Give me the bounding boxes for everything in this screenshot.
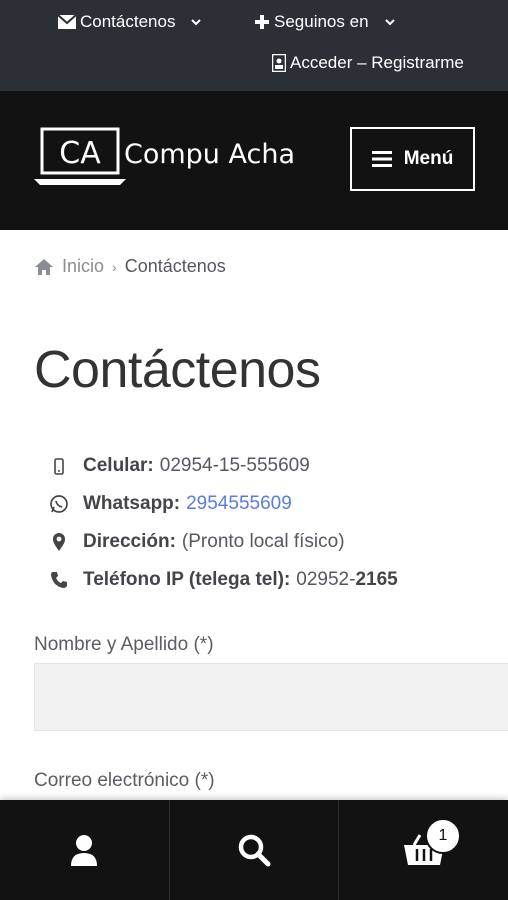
menu-button[interactable]: Menú bbox=[350, 127, 475, 191]
breadcrumb-separator: › bbox=[112, 258, 117, 275]
account-button[interactable] bbox=[0, 800, 170, 900]
contact-info-value: 02954-15-555609 bbox=[159, 455, 310, 476]
follow-us-menu[interactable]: Seguinos en bbox=[254, 12, 395, 32]
whatsapp-icon bbox=[47, 494, 71, 514]
breadcrumb-current: Contáctenos bbox=[124, 256, 226, 276]
chevron-down-icon bbox=[191, 19, 202, 26]
map-pin-icon bbox=[47, 532, 71, 552]
user-icon bbox=[71, 835, 98, 866]
home-icon bbox=[35, 258, 53, 275]
contact-info-label: Teléfono IP (telega tel): bbox=[83, 569, 291, 590]
site-logo[interactable]: CA Compu Acha bbox=[34, 127, 344, 194]
contact-menu[interactable]: Contáctenos bbox=[58, 12, 202, 32]
contact-info-value: (Pronto local físico) bbox=[181, 531, 345, 552]
envelope-icon bbox=[58, 15, 76, 29]
chevron-down-icon bbox=[384, 19, 395, 26]
plus-icon bbox=[255, 15, 269, 29]
breadcrumb: Inicio › Contáctenos bbox=[34, 256, 226, 277]
top-utility-bar: Contáctenos Seguinos en Acceder – Regist… bbox=[0, 0, 508, 91]
cart-count-badge: 1 bbox=[425, 818, 461, 854]
whatsapp-link[interactable]: 2954555609 bbox=[186, 493, 292, 515]
id-card-icon bbox=[272, 54, 286, 72]
contact-info-list: Celular: 02954-15-555609 Whatsapp: 29545… bbox=[47, 447, 398, 599]
contact-info-label: Celular: bbox=[83, 455, 154, 476]
contact-menu-label: Contáctenos bbox=[80, 12, 176, 31]
list-item: Dirección: (Pronto local físico) bbox=[47, 523, 398, 561]
contact-info-label: Dirección: bbox=[83, 531, 176, 552]
contact-info-value-bold: 2165 bbox=[355, 569, 398, 590]
login-register-link[interactable]: Acceder – Registrarme bbox=[272, 53, 464, 73]
breadcrumb-home-link[interactable]: Inicio bbox=[62, 256, 104, 277]
search-icon bbox=[238, 834, 271, 867]
menu-button-label: Menú bbox=[403, 148, 454, 169]
contact-info-label: Whatsapp: bbox=[83, 493, 181, 514]
hamburger-icon bbox=[371, 151, 392, 167]
follow-us-label: Seguinos en bbox=[274, 12, 369, 31]
cart-button[interactable] bbox=[339, 800, 508, 900]
logo-text: Compu Acha bbox=[124, 139, 295, 170]
contact-info-value: 02952- bbox=[296, 569, 356, 590]
logo-badge-text: CA bbox=[59, 136, 101, 171]
list-item: Whatsapp: 2954555609 bbox=[47, 485, 398, 523]
name-field-label: Nombre y Apellido (*) bbox=[34, 634, 214, 655]
list-item: Celular: 02954-15-555609 bbox=[47, 447, 398, 485]
list-item: Teléfono IP (telega tel): 02952- 2165 bbox=[47, 561, 398, 599]
search-button[interactable] bbox=[170, 800, 340, 900]
mobile-icon bbox=[47, 457, 71, 475]
login-register-label: Acceder – Registrarme bbox=[290, 53, 464, 72]
phone-icon bbox=[47, 571, 71, 589]
email-field-label: Correo electrónico (*) bbox=[34, 770, 215, 791]
page-title: Contáctenos bbox=[34, 341, 321, 399]
name-field[interactable] bbox=[34, 663, 508, 731]
